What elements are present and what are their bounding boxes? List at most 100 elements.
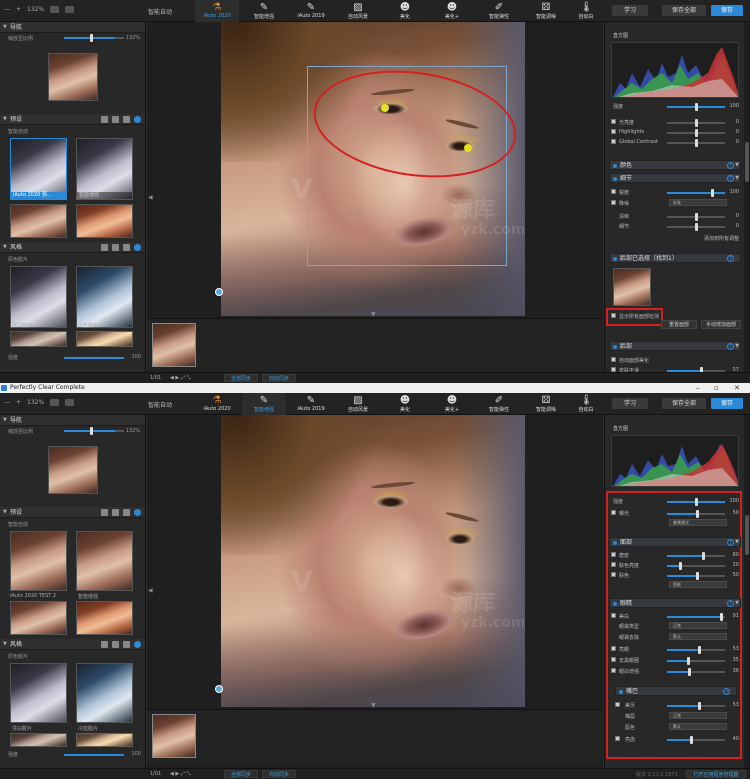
- look-thumb[interactable]: [76, 733, 133, 747]
- reset-face-button[interactable]: 重置面部: [661, 320, 697, 329]
- tool-iauto-2019[interactable]: ✎ iAuto 2019: [289, 393, 333, 415]
- collapse-left-icon[interactable]: ◀: [148, 194, 153, 201]
- tool-smart-denoise[interactable]: ⚄ 智能调噪: [524, 0, 568, 22]
- save-button[interactable]: 保存: [711, 398, 743, 409]
- sync-forward-button[interactable]: 向前同步: [262, 374, 296, 382]
- looks-header[interactable]: ▼ 风格: [0, 242, 145, 253]
- preset-thumb[interactable]: [76, 204, 133, 238]
- nav-arrows[interactable]: ◀ ▶ ⤢ ⤡: [170, 375, 190, 381]
- close-icon[interactable]: ✕: [734, 383, 740, 393]
- collapse-left-icon[interactable]: ◀: [148, 587, 153, 594]
- section-color[interactable]: 颜色? ▼: [609, 160, 741, 170]
- learn-button[interactable]: 学习: [612, 5, 648, 16]
- nav-zoom-slider[interactable]: [64, 34, 124, 42]
- look-thumb-bleach[interactable]: [10, 663, 67, 723]
- help-icon[interactable]: [134, 116, 141, 123]
- help-icon[interactable]: [134, 641, 141, 648]
- nav-arrows[interactable]: ◀ ▶ ⤢ ⤡: [170, 771, 190, 777]
- denoise-dropdown[interactable]: 标准: [669, 199, 727, 206]
- look-thumb-cool[interactable]: [76, 266, 133, 328]
- help-icon[interactable]: ?: [727, 175, 734, 182]
- help-icon[interactable]: ?: [727, 539, 734, 546]
- look-thumb-bleach[interactable]: [10, 266, 67, 328]
- help-icon[interactable]: [134, 244, 141, 251]
- tool-iauto-2020[interactable]: ⚗ iAuto 2020: [195, 393, 239, 415]
- right-scrollbar[interactable]: [744, 415, 750, 771]
- exposure-slider[interactable]: [667, 510, 725, 518]
- tool-auto-landscape[interactable]: ▨ 自动风景: [336, 0, 380, 22]
- tool-smart-elastic[interactable]: ✐ 智能弹性: [477, 393, 521, 415]
- split-view-icon[interactable]: [65, 6, 75, 13]
- gear-icon[interactable]: [123, 509, 130, 516]
- pan-handle[interactable]: [215, 685, 223, 693]
- presets-header[interactable]: ▼ 预设: [0, 114, 145, 125]
- preset-thumb[interactable]: [76, 601, 133, 635]
- open-manager-button[interactable]: 打开应用程序管理器: [686, 770, 746, 778]
- filmstrip-thumb[interactable]: [152, 714, 196, 758]
- help-icon[interactable]: ?: [727, 600, 734, 607]
- collapse-bottom-icon[interactable]: ▼: [371, 702, 376, 709]
- tool-auto-white[interactable]: 🌡 自动白: [571, 393, 601, 415]
- auto-detail-link[interactable]: 添加到所有调整: [704, 235, 739, 242]
- pan-handle[interactable]: [215, 288, 223, 296]
- looks-header[interactable]: ▼ 风格: [0, 639, 145, 650]
- gear-icon[interactable]: [123, 116, 130, 123]
- split-view-icon[interactable]: [65, 399, 75, 406]
- minimize-icon[interactable]: –: [696, 383, 700, 393]
- strength-slider[interactable]: [667, 103, 725, 111]
- right-scrollbar[interactable]: [744, 22, 750, 375]
- section-face[interactable]: 面部? ▼: [609, 537, 741, 547]
- face-mode-dropdown[interactable]: 智能: [669, 581, 727, 588]
- preset-thumb-iauto-2020[interactable]: [10, 531, 67, 591]
- look-strength-slider[interactable]: [64, 754, 124, 756]
- tool-beautify-plus[interactable]: ☻ 美化+: [430, 0, 474, 22]
- section-skin[interactable]: 脸部? ▼: [609, 341, 741, 351]
- zoom-in-icon[interactable]: +: [16, 399, 21, 406]
- gear-icon[interactable]: [123, 641, 130, 648]
- help-icon[interactable]: ?: [727, 343, 734, 350]
- zoom-out-icon[interactable]: —: [4, 6, 10, 13]
- lip-color-dropdown[interactable]: 默认: [669, 723, 727, 730]
- help-icon[interactable]: ?: [727, 255, 734, 262]
- look-thumb-cool[interactable]: [76, 663, 133, 723]
- tool-iauto-2019[interactable]: ✎ iAuto 2019: [289, 0, 333, 22]
- maximize-icon[interactable]: ▫: [714, 383, 719, 393]
- help-icon[interactable]: [134, 509, 141, 516]
- filmstrip-thumb[interactable]: [152, 323, 196, 367]
- save-all-button[interactable]: 保存全部: [662, 5, 706, 16]
- grid-view-icon[interactable]: [101, 244, 108, 251]
- eye-type-dropdown[interactable]: 正常: [669, 622, 727, 629]
- eye-marker[interactable]: [464, 144, 472, 152]
- tool-smart-enhance[interactable]: ✎ 智能增强: [242, 0, 286, 22]
- look-thumb[interactable]: [10, 331, 67, 347]
- help-icon[interactable]: ?: [727, 162, 734, 169]
- tool-auto-white[interactable]: 🌡 自动白: [571, 0, 601, 22]
- look-thumb[interactable]: [10, 733, 67, 747]
- compare-view-icon[interactable]: [50, 399, 60, 406]
- list-view-icon[interactable]: [112, 641, 119, 648]
- exposure-mode-dropdown[interactable]: 美景模式: [669, 519, 727, 526]
- tool-beautify[interactable]: ☻ 美化: [383, 0, 427, 22]
- preset-thumb-smart-enhance[interactable]: [76, 531, 133, 591]
- section-details[interactable]: 细节? ▼: [609, 173, 741, 183]
- tool-iauto-2020[interactable]: ⚗ iAuto 2020: [195, 0, 239, 22]
- image-canvas[interactable]: V 源库 yzk.com ◀ ▼: [147, 22, 603, 375]
- list-view-icon[interactable]: [112, 116, 119, 123]
- eye-bag-dropdown[interactable]: 默认: [669, 633, 727, 640]
- tool-smart-denoise[interactable]: ⚄ 智能调噪: [524, 393, 568, 415]
- zoom-in-icon[interactable]: +: [16, 6, 21, 13]
- preset-thumb-smart-enhance[interactable]: 智能增强: [76, 138, 133, 200]
- compare-view-icon[interactable]: [50, 6, 60, 13]
- sync-forward-button[interactable]: 向前同步: [262, 770, 296, 778]
- section-mouth[interactable]: 嘴巴?: [615, 686, 737, 696]
- section-eyes[interactable]: 眼睛? ▼: [609, 598, 741, 608]
- navigator-preview[interactable]: [48, 53, 98, 101]
- navigator-header[interactable]: ▼ 导航: [0, 22, 145, 33]
- tool-auto-landscape[interactable]: ▨ 自动风景: [336, 393, 380, 415]
- show-faces-checkbox[interactable]: [611, 313, 616, 318]
- help-icon[interactable]: ?: [723, 688, 730, 695]
- gear-icon[interactable]: [123, 244, 130, 251]
- learn-button[interactable]: 学习: [612, 398, 648, 409]
- grid-view-icon[interactable]: [101, 116, 108, 123]
- collapse-bottom-icon[interactable]: ▼: [371, 311, 376, 318]
